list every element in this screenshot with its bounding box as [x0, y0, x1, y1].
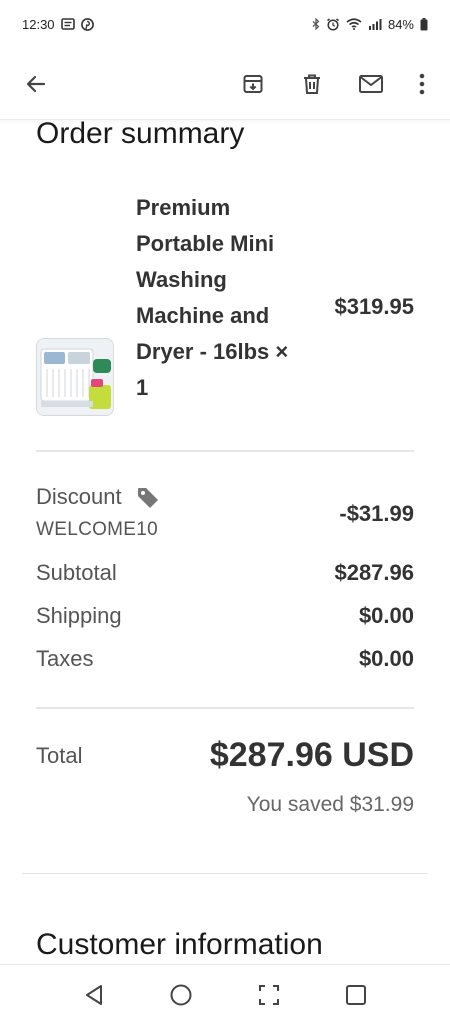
divider [36, 707, 414, 709]
battery-percent: 84% [387, 16, 414, 32]
total-value: $287.96 USD [209, 736, 414, 774]
taxes-row: Taxes $0.00 [36, 646, 414, 672]
message-notification-icon [60, 18, 75, 30]
pinterest-notification-icon [80, 17, 94, 31]
product-price: $319.95 [334, 294, 414, 319]
screenshot-frame-icon [258, 984, 279, 1005]
delete-icon [304, 74, 320, 94]
system-nav-bar [0, 964, 450, 1024]
mark-unread-button[interactable] [353, 66, 389, 102]
taxes-value: $0.00 [358, 646, 414, 671]
back-button[interactable] [18, 66, 54, 102]
subtotal-label: Subtotal [36, 560, 117, 585]
archive-button[interactable] [235, 66, 271, 102]
triangle-back-icon [85, 984, 102, 1005]
mail-icon [359, 74, 383, 93]
square-recents-icon [346, 984, 367, 1005]
arrow-left-icon [26, 75, 46, 92]
total-label: Total [36, 743, 83, 768]
shipping-value: $0.00 [358, 603, 414, 628]
email-content[interactable]: Order summary Premium Portable Mini Wash… [0, 120, 450, 964]
shipping-row: Shipping $0.00 [36, 603, 414, 629]
archive-icon [243, 74, 263, 93]
subtotal-value: $287.96 [334, 560, 414, 585]
delete-button[interactable] [294, 66, 330, 102]
more-options-button[interactable] [412, 66, 432, 102]
nav-home-button[interactable] [161, 975, 201, 1015]
app-bar [0, 48, 450, 120]
section-divider [22, 873, 428, 874]
product-thumbnail [36, 338, 114, 416]
bluetooth-icon [312, 18, 320, 30]
alarm-icon [326, 17, 340, 31]
taxes-label: Taxes [36, 646, 94, 671]
discount-value-row: -$31.99 [36, 501, 414, 527]
discount-value: -$31.99 [339, 501, 414, 526]
status-bar: 12:30 84% [0, 0, 450, 48]
product-line-item: Premium Portable Mini Washing Machine an… [36, 190, 414, 430]
nav-recents-button[interactable] [336, 975, 376, 1015]
divider [36, 450, 414, 452]
status-time: 12:30 [22, 16, 55, 32]
shipping-label: Shipping [36, 603, 122, 628]
order-summary-title: Order summary [36, 120, 245, 150]
nav-back-button[interactable] [74, 975, 114, 1015]
product-name: Premium Portable Mini Washing Machine an… [136, 195, 289, 400]
savings-text: You saved $31.99 [246, 793, 414, 816]
customer-information-title: Customer information [36, 928, 323, 961]
battery-icon [420, 17, 428, 31]
circle-home-icon [170, 984, 192, 1005]
wifi-icon [346, 18, 362, 30]
more-vert-icon [419, 73, 425, 94]
nav-screenshot-button[interactable] [249, 975, 289, 1015]
subtotal-row: Subtotal $287.96 [36, 560, 414, 586]
signal-icon [368, 18, 382, 30]
